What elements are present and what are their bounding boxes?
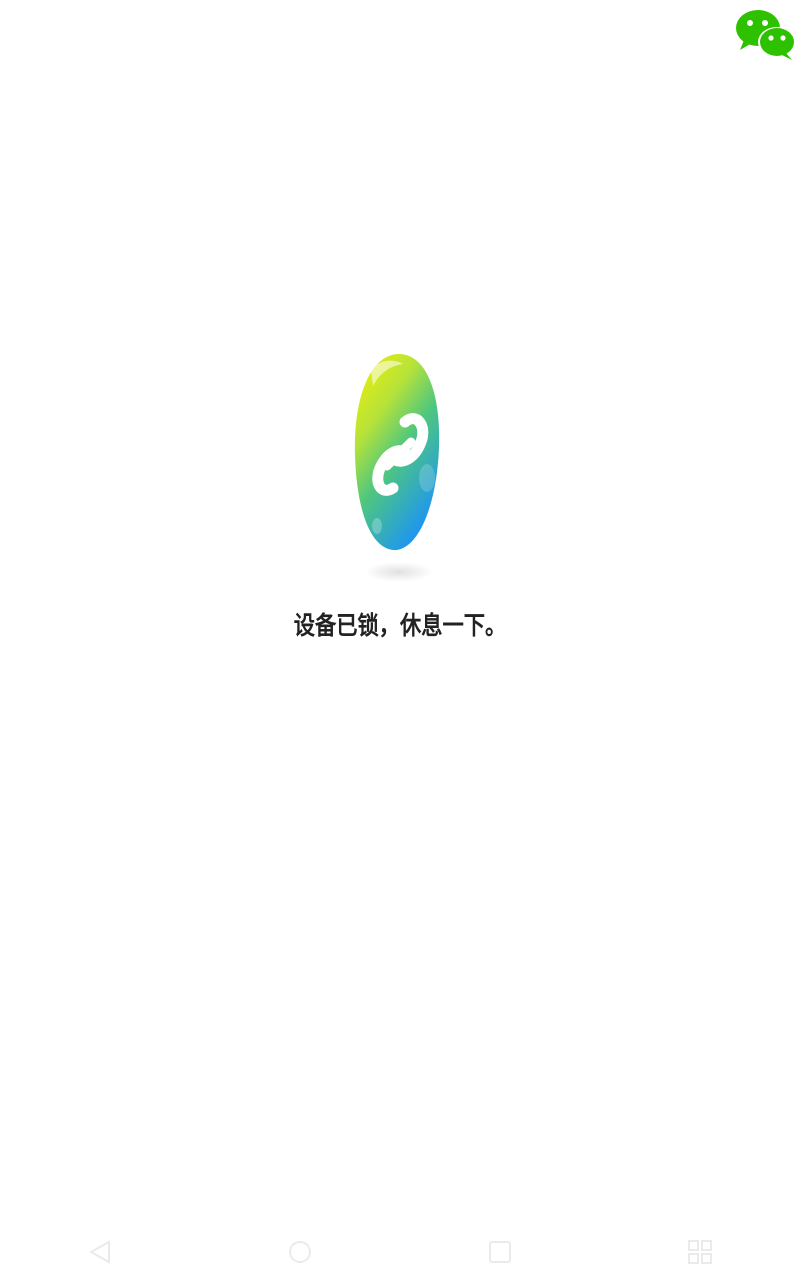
navigation-bar <box>0 1224 800 1280</box>
menu-grid-icon <box>688 1240 712 1264</box>
nav-menu-button[interactable] <box>670 1232 730 1272</box>
chain-link-icon <box>354 354 440 582</box>
lock-message: 设备已锁，休息一下。 <box>293 611 507 640</box>
lock-screen: 设备已锁，休息一下。 <box>0 0 800 1280</box>
recents-square-icon <box>489 1241 511 1263</box>
home-circle-icon <box>289 1241 311 1263</box>
wechat-icon <box>736 10 796 60</box>
lock-content: 设备已锁，休息一下。 <box>0 340 800 642</box>
wechat-button[interactable] <box>734 6 798 62</box>
back-triangle-icon <box>88 1240 110 1264</box>
nav-home-button[interactable] <box>270 1232 330 1272</box>
nav-recents-button[interactable] <box>470 1232 530 1272</box>
nav-back-button[interactable] <box>70 1232 130 1272</box>
app-logo <box>341 340 451 590</box>
